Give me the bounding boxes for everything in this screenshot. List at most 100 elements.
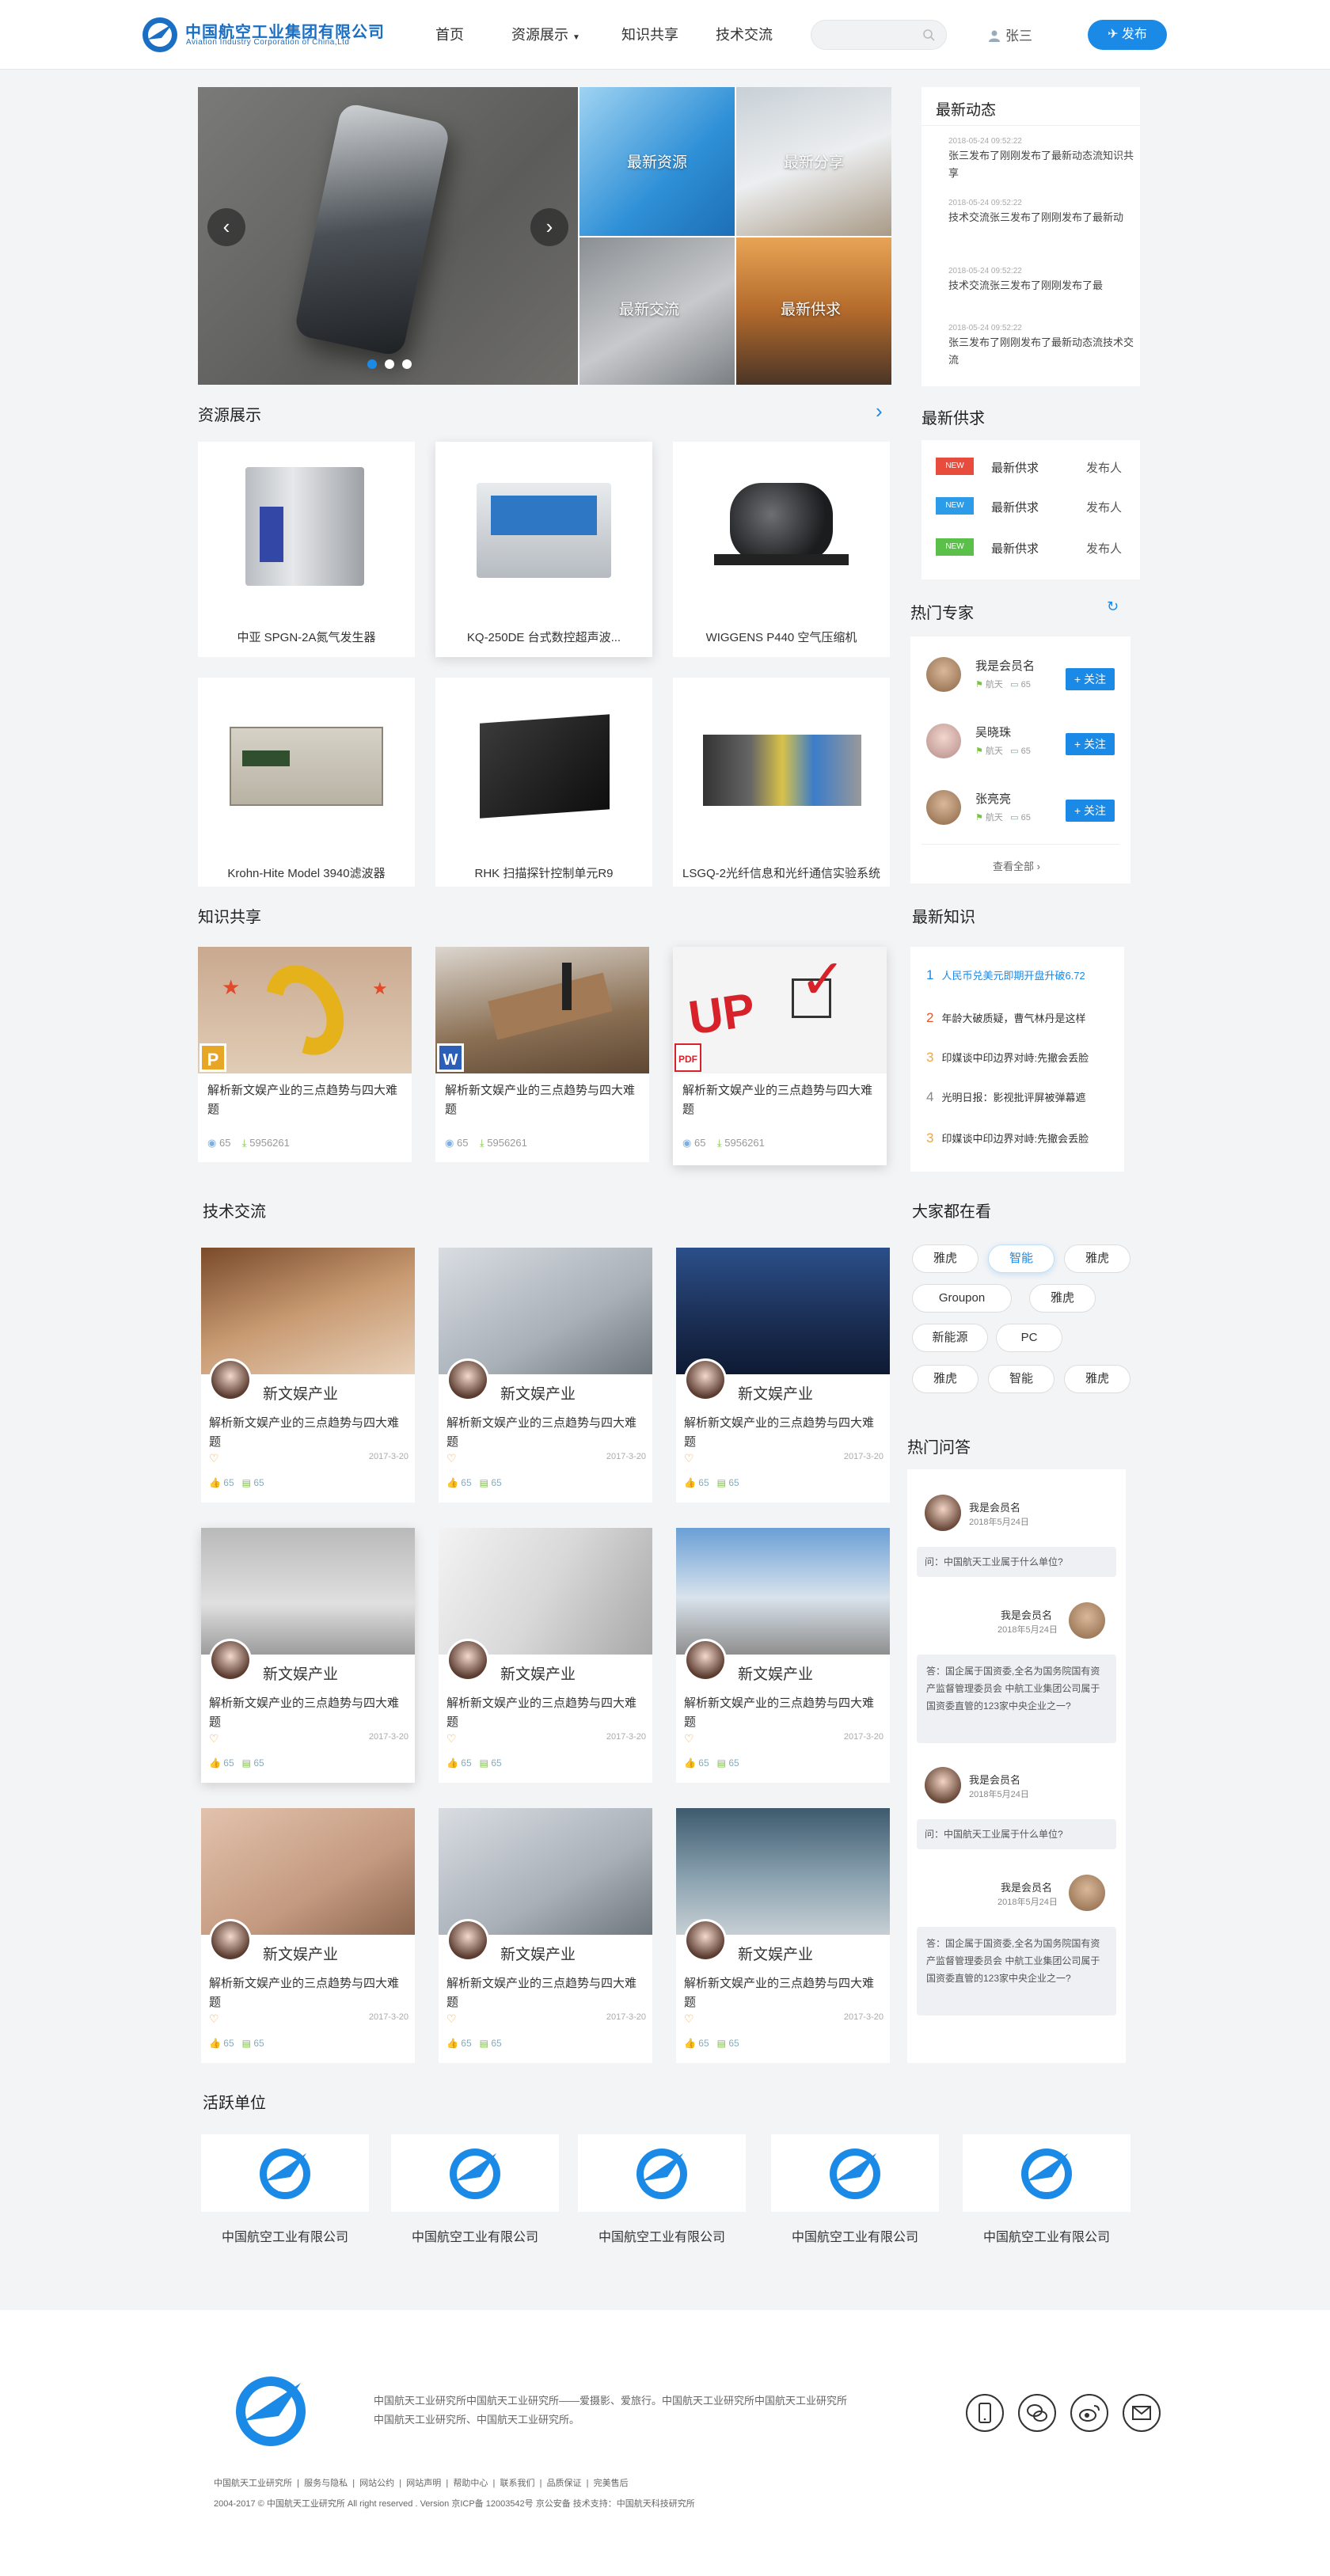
answerer-avatar[interactable]: [1069, 1875, 1105, 1911]
nav-tech[interactable]: 技术交流: [716, 24, 773, 44]
resource-card[interactable]: 中亚 SPGN-2A氮气发生器: [198, 442, 415, 657]
author-avatar[interactable]: [209, 1919, 252, 1962]
carousel-prev-icon[interactable]: ‹: [207, 208, 245, 246]
knowledge-card[interactable]: W 解析新文娱产业的三点趋势与四大难题 ◉ 65 ⤓ 5956261: [435, 947, 649, 1162]
heart-icon[interactable]: ♡: [684, 2012, 694, 2026]
knowledge-list-item[interactable]: 2 年龄大破质疑，曹气林丹是这样: [926, 1010, 1085, 1026]
asker-avatar[interactable]: [925, 1495, 961, 1531]
follow-button[interactable]: + 关注: [1066, 733, 1115, 755]
author-avatar[interactable]: [446, 1919, 489, 1962]
expert-name[interactable]: 我是会员名: [975, 657, 1035, 674]
author-avatar[interactable]: [209, 1639, 252, 1681]
thumbs-up-icon[interactable]: 👍: [209, 2038, 221, 2049]
heart-icon[interactable]: ♡: [446, 2012, 457, 2026]
resource-card[interactable]: WIGGENS P440 空气压缩机: [673, 442, 890, 657]
knowledge-card[interactable]: UP ✓ PDF 解析新文娱产业的三点趋势与四大难题 ◉ 65 ⤓ 595626…: [673, 947, 887, 1165]
author-avatar[interactable]: [446, 1639, 489, 1681]
org-name[interactable]: 中国航空工业有限公司: [201, 2226, 369, 2245]
asker-name[interactable]: 我是会员名: [969, 1772, 1020, 1787]
view-all-link[interactable]: 查看全部 ›: [993, 858, 1040, 873]
resource-card[interactable]: RHK 扫描探针控制单元R9: [435, 678, 652, 887]
tag-pill[interactable]: 雅虎: [1029, 1284, 1096, 1313]
org-name[interactable]: 中国航空工业有限公司: [963, 2226, 1130, 2245]
tech-card[interactable]: 新文娱产业 解析新文娱产业的三点趋势与四大难题 ♡ 2017-3-20 👍 65 ▤ 6…: [676, 1248, 890, 1503]
carousel-next-icon[interactable]: ›: [530, 208, 568, 246]
news-item[interactable]: 2018-05-24 09:52:22 技术交流张三发布了刚刚发布了最新动: [948, 198, 1137, 226]
site-logo[interactable]: 中国航空工业集团有限公司 Aviation Industry Corporati…: [141, 14, 394, 54]
asker-avatar[interactable]: [925, 1767, 961, 1803]
org-card[interactable]: AVIC: [578, 2134, 746, 2212]
org-card[interactable]: AVIC: [391, 2134, 559, 2212]
carousel-dot[interactable]: [385, 359, 394, 369]
expert-name[interactable]: 吴晓珠: [975, 724, 1011, 740]
thumbs-up-icon[interactable]: 👍: [209, 1757, 221, 1769]
tag-pill[interactable]: 智能: [988, 1365, 1054, 1393]
banner-tile-supply[interactable]: 最新供求: [735, 236, 891, 385]
banner-tile-resources[interactable]: 最新资源: [578, 87, 735, 236]
comment-icon[interactable]: ▤: [242, 2038, 251, 2049]
supply-item[interactable]: NEW 最新供求 发布人: [936, 458, 1126, 477]
footer-link[interactable]: 品质保证: [547, 2479, 582, 2488]
supply-item[interactable]: NEW 最新供求 发布人: [936, 497, 1126, 516]
news-item[interactable]: 2018-05-24 09:52:22 张三发布了刚刚发布了最新动态流知识共享: [948, 136, 1137, 182]
banner-tile-exchange[interactable]: 最新交流: [578, 236, 735, 385]
heart-icon[interactable]: ♡: [684, 1452, 694, 1465]
tag-pill[interactable]: 雅虎: [912, 1244, 978, 1273]
tag-pill[interactable]: 雅虎: [1064, 1365, 1130, 1393]
comment-icon[interactable]: ▤: [242, 1477, 251, 1488]
asker-name[interactable]: 我是会员名: [969, 1499, 1020, 1514]
knowledge-list-item[interactable]: 4 光明日报：影视批评屏被弹幕遮: [926, 1089, 1085, 1105]
author-avatar[interactable]: [446, 1358, 489, 1401]
thumbs-up-icon[interactable]: 👍: [684, 2038, 696, 2049]
tag-pill[interactable]: Groupon: [912, 1284, 1012, 1313]
nav-resources[interactable]: 资源展示 ▼: [511, 24, 580, 44]
thumbs-up-icon[interactable]: 👍: [684, 1757, 696, 1769]
user-menu[interactable]: 张三: [988, 25, 1032, 44]
expert-avatar[interactable]: [926, 657, 961, 692]
tech-card[interactable]: 新文娱产业 解析新文娱产业的三点趋势与四大难题 ♡ 2017-3-20 👍 65 ▤ 6…: [201, 1808, 415, 2063]
nav-knowledge[interactable]: 知识共享: [621, 24, 678, 44]
answerer-avatar[interactable]: [1069, 1602, 1105, 1639]
footer-link[interactable]: 网站公约: [359, 2479, 394, 2488]
thumbs-up-icon[interactable]: 👍: [446, 2038, 458, 2049]
carousel-slide[interactable]: ‹ ›: [198, 87, 578, 385]
expert-avatar[interactable]: [926, 790, 961, 825]
footer-link[interactable]: 网站声明: [406, 2479, 441, 2488]
tag-pill-active[interactable]: 智能: [988, 1244, 1054, 1273]
publish-button[interactable]: ✈ 发布: [1088, 20, 1167, 50]
org-card[interactable]: AVIC: [201, 2134, 369, 2212]
org-name[interactable]: 中国航空工业有限公司: [391, 2226, 559, 2245]
search-icon[interactable]: [922, 28, 935, 41]
supply-item[interactable]: NEW 最新供求 发布人: [936, 538, 1126, 557]
chevron-right-icon[interactable]: ›: [876, 399, 883, 424]
knowledge-card[interactable]: ★ ★ P 解析新文娱产业的三点趋势与四大难题 ◉ 65 ⤓ 5956261: [198, 947, 412, 1162]
heart-icon[interactable]: ♡: [684, 1732, 694, 1746]
knowledge-list-item[interactable]: 1 人民币兑美元即期开盘升破6.72: [926, 967, 1085, 983]
knowledge-list-item[interactable]: 3 印媒谈中印边界对峙:先撤会丢脸: [926, 1130, 1089, 1146]
comment-icon[interactable]: ▤: [717, 1757, 726, 1769]
heart-icon[interactable]: ♡: [446, 1452, 457, 1465]
mail-icon[interactable]: [1123, 2394, 1161, 2432]
tech-card[interactable]: 新文娱产业 解析新文娱产业的三点趋势与四大难题 ♡ 2017-3-20 👍 65 ▤ 6…: [676, 1528, 890, 1783]
answerer-name[interactable]: 我是会员名: [1001, 1879, 1052, 1894]
heart-icon[interactable]: ♡: [209, 1452, 219, 1465]
comment-icon[interactable]: ▤: [717, 2038, 726, 2049]
comment-icon[interactable]: ▤: [480, 2038, 488, 2049]
footer-link[interactable]: 完美售后: [594, 2479, 629, 2488]
search-input[interactable]: [811, 21, 914, 49]
footer-link[interactable]: 联系我们: [500, 2479, 534, 2488]
author-avatar[interactable]: [684, 1639, 727, 1681]
wechat-icon[interactable]: [1018, 2394, 1056, 2432]
tag-pill[interactable]: PC: [996, 1324, 1062, 1352]
tag-pill[interactable]: 新能源: [912, 1324, 988, 1352]
org-name[interactable]: 中国航空工业有限公司: [578, 2226, 746, 2245]
knowledge-list-item[interactable]: 3 印媒谈中印边界对峙:先撤会丢脸: [926, 1050, 1089, 1066]
carousel-dot[interactable]: [367, 359, 377, 369]
news-item[interactable]: 2018-05-24 09:52:22 技术交流张三发布了刚刚发布了最: [948, 266, 1137, 294]
thumbs-up-icon[interactable]: 👍: [446, 1477, 458, 1488]
org-card[interactable]: AVIC: [771, 2134, 939, 2212]
thumbs-up-icon[interactable]: 👍: [684, 1477, 696, 1488]
comment-icon[interactable]: ▤: [242, 1757, 251, 1769]
heart-icon[interactable]: ♡: [209, 2012, 219, 2026]
tag-pill[interactable]: 雅虎: [1064, 1244, 1130, 1273]
